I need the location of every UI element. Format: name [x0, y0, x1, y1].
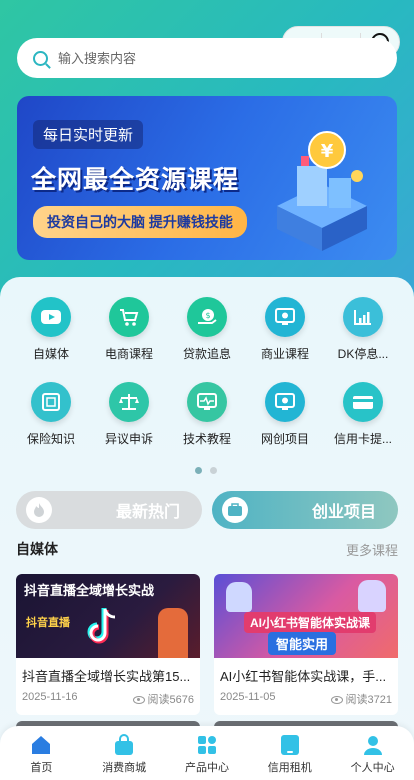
tiktok-logo-icon [87, 608, 116, 644]
category-label: 技术教程 [182, 432, 231, 446]
card-icon [343, 382, 383, 422]
category-label: 异议申诉 [104, 432, 153, 446]
safe-icon [31, 382, 71, 422]
coin-symbol: ¥ [321, 141, 334, 162]
category-label: 自媒体 [32, 347, 69, 361]
course-card[interactable]: 抖音直播全域增长实战 抖音直播 抖音直播全域增长实战第15... 2025-11… [16, 574, 200, 715]
course-meta: 2025-11-05 阅读3721 [214, 689, 398, 715]
pager-dot[interactable] [210, 467, 217, 474]
bottom-tab-bar: 首页 消费商城 产品中心 信用租机 个人中心 [0, 726, 414, 780]
banner-slogan: 投资自己的大脑 提升赚钱技能 [33, 206, 247, 238]
category-label: 贷款追息 [182, 347, 231, 361]
category-item-appeal[interactable]: 异议申诉 [93, 382, 165, 447]
thumbnail-subtitle: 抖音直播 [26, 617, 70, 629]
pulse-monitor-icon [187, 382, 227, 422]
bag-icon [115, 734, 134, 755]
phone-icon [280, 735, 299, 755]
thumbnail-title: AI小红书智能体实战课 [244, 612, 377, 633]
category-item-insurance[interactable]: 保险知识 [15, 382, 87, 447]
category-item-dk[interactable]: DK停息... [327, 297, 399, 362]
course-title: AI小红书智能体实战课，手... [220, 669, 387, 684]
grid-pager [195, 467, 217, 474]
hot-tabs: 最新热门 创业项目 [16, 491, 398, 529]
search-icon [33, 50, 48, 66]
category-item-credit-card[interactable]: 信用卡提... [327, 382, 399, 447]
category-item-ecommerce[interactable]: 电商课程 [93, 297, 165, 362]
robot-figure [358, 580, 386, 612]
more-courses-link[interactable]: 更多课程 [346, 540, 398, 559]
course-meta: 2025-11-16 阅读5676 [16, 689, 200, 715]
category-label: 电商课程 [104, 347, 153, 361]
pager-dot[interactable] [195, 467, 202, 474]
course-date: 2025-11-05 [220, 691, 276, 703]
category-label: 保险知识 [26, 432, 75, 446]
eye-icon [132, 696, 145, 705]
course-list: 抖音直播全域增长实战 抖音直播 抖音直播全域增长实战第15... 2025-11… [16, 574, 398, 715]
grid-icon [197, 736, 216, 754]
search-bar[interactable] [17, 38, 397, 78]
course-card[interactable]: AI小红书智能体实战课 智能实用 AI小红书智能体实战课，手... 2025-1… [214, 574, 398, 715]
course-views: 阅读5676 [147, 694, 194, 706]
category-item-zimeiti[interactable]: 自媒体 [15, 297, 87, 362]
banner-tag: 每日实时更新 [33, 120, 144, 149]
tab-label: 消费商城 [102, 762, 147, 774]
course-date: 2025-11-16 [22, 691, 78, 703]
tab-products[interactable]: 产品中心 [166, 726, 249, 780]
flame-icon [26, 497, 52, 523]
chart-icon [343, 297, 383, 337]
category-item-tech[interactable]: 技术教程 [171, 382, 243, 447]
promo-banner[interactable]: 每日实时更新 全网最全资源课程 投资自己的大脑 提升赚钱技能 ¥ [17, 96, 397, 260]
presenter-figure [158, 608, 188, 658]
course-views-wrap: 阅读5676 [132, 691, 194, 707]
tab-home[interactable]: 首页 [0, 726, 83, 780]
category-item-loan[interactable]: $ 贷款追息 [171, 297, 243, 362]
user-icon [363, 736, 382, 755]
coin-hand-icon: $ [187, 297, 227, 337]
tab-startup[interactable]: 创业项目 [212, 491, 398, 529]
category-grid: 自媒体 电商课程 $ 贷款追息 商业课程 DK停息... 保险知识 异议申诉 技… [0, 297, 414, 467]
tab-shop[interactable]: 消费商城 [83, 726, 166, 780]
home-icon [32, 736, 51, 754]
eye-icon [330, 696, 343, 705]
tab-latest-hot[interactable]: 最新热门 [16, 491, 202, 529]
briefcase-icon [222, 497, 248, 523]
search-input[interactable] [58, 50, 318, 66]
monitor-coin-icon [265, 297, 305, 337]
monitor-coin-icon [265, 382, 305, 422]
banner-illustration: ¥ [277, 131, 367, 251]
thumbnail-title: 抖音直播全域增长实战 [24, 583, 155, 598]
category-item-business[interactable]: 商业课程 [249, 297, 321, 362]
category-label: 网创项目 [260, 432, 309, 446]
course-thumbnail: 抖音直播全域增长实战 抖音直播 [16, 574, 200, 658]
course-title: 抖音直播全域增长实战第15... [22, 669, 191, 684]
robot-figure [226, 582, 252, 612]
tab-rental[interactable]: 信用租机 [248, 726, 331, 780]
category-label: 信用卡提... [333, 432, 392, 446]
thumbnail-subtitle: 智能实用 [268, 632, 337, 655]
section-title: 自媒体 [16, 541, 58, 557]
tab-label: 最新热门 [115, 504, 180, 521]
content-panel: 自媒体 电商课程 $ 贷款追息 商业课程 DK停息... 保险知识 异议申诉 技… [0, 277, 414, 780]
tab-label: 个人中心 [350, 762, 395, 774]
course-views-wrap: 阅读3721 [330, 691, 392, 707]
tab-profile[interactable]: 个人中心 [331, 726, 414, 780]
banner-headline: 全网最全资源课程 [31, 166, 240, 194]
svg-text:$: $ [205, 311, 210, 320]
cart-icon [109, 297, 149, 337]
course-thumbnail: AI小红书智能体实战课 智能实用 [214, 574, 398, 658]
tab-label: 首页 [30, 762, 53, 774]
tab-label: 产品中心 [184, 762, 229, 774]
tab-label: 信用租机 [267, 762, 312, 774]
category-item-online-biz[interactable]: 网创项目 [249, 382, 321, 447]
category-label: DK停息... [337, 347, 389, 361]
tab-label: 创业项目 [311, 504, 376, 521]
category-label: 商业课程 [260, 347, 309, 361]
section-header: 自媒体 更多课程 [16, 539, 398, 559]
scale-icon [109, 382, 149, 422]
course-views: 阅读3721 [345, 694, 392, 706]
video-icon [31, 297, 71, 337]
